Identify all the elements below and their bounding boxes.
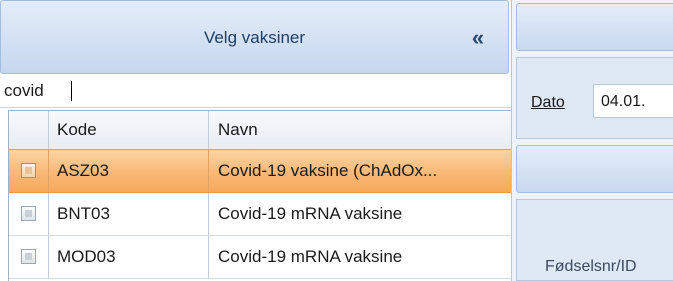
cell-kode: BNT03 [49,193,209,235]
checkbox-cell [9,236,49,278]
patient-details-panel: Dato 04.01. Fødselsnr/ID [511,0,673,281]
date-field[interactable]: 04.01. [593,84,673,118]
search-row [0,75,511,108]
id-label: Fødselsnr/ID [545,258,637,275]
collapse-icon[interactable]: « [463,23,493,53]
cell-navn: Covid-19 mRNA vaksine [218,247,403,266]
row-checkbox[interactable] [21,206,36,221]
cell-navn: Covid-19 mRNA vaksine [218,204,403,223]
date-section: Dato 04.01. [516,57,673,139]
panel-title: Velg vaksiner [203,28,306,47]
row-checkbox[interactable] [21,163,36,178]
row-checkbox[interactable] [21,249,36,264]
column-header-navn[interactable]: Navn [209,111,511,149]
section-header[interactable] [516,3,673,51]
text-caret [71,81,72,101]
table-row[interactable]: MOD03 Covid-19 mRNA vaksine [9,236,511,279]
cell-navn: Covid-19 vaksine (ChAdOx... [218,161,438,180]
checkbox-indicator [25,253,32,260]
table-row[interactable]: ASZ03 Covid-19 vaksine (ChAdOx... [9,150,511,193]
search-input[interactable] [4,78,504,104]
date-label: Dato [531,94,565,111]
checkbox-cell [9,193,49,235]
cell-kode: MOD03 [49,236,209,278]
vaccine-panel-header: Velg vaksiner « [0,0,509,74]
cell-kode: ASZ03 [49,150,209,192]
checkbox-cell [9,150,49,192]
vaccine-grid: Kode Navn ASZ03 Covid-19 vaksine (ChAdOx… [8,110,511,281]
grid-header: Kode Navn [9,110,511,150]
section-header[interactable] [516,145,673,193]
vaccine-selector-panel: Velg vaksiner « Kode Navn ASZ03 Covid-19… [0,0,511,281]
column-header-kode[interactable]: Kode [49,111,209,149]
checkbox-indicator [25,167,32,174]
id-section: Fødselsnr/ID [516,199,673,281]
table-row[interactable]: BNT03 Covid-19 mRNA vaksine [9,193,511,236]
header-checkbox-column [9,111,49,149]
checkbox-indicator [25,210,32,217]
